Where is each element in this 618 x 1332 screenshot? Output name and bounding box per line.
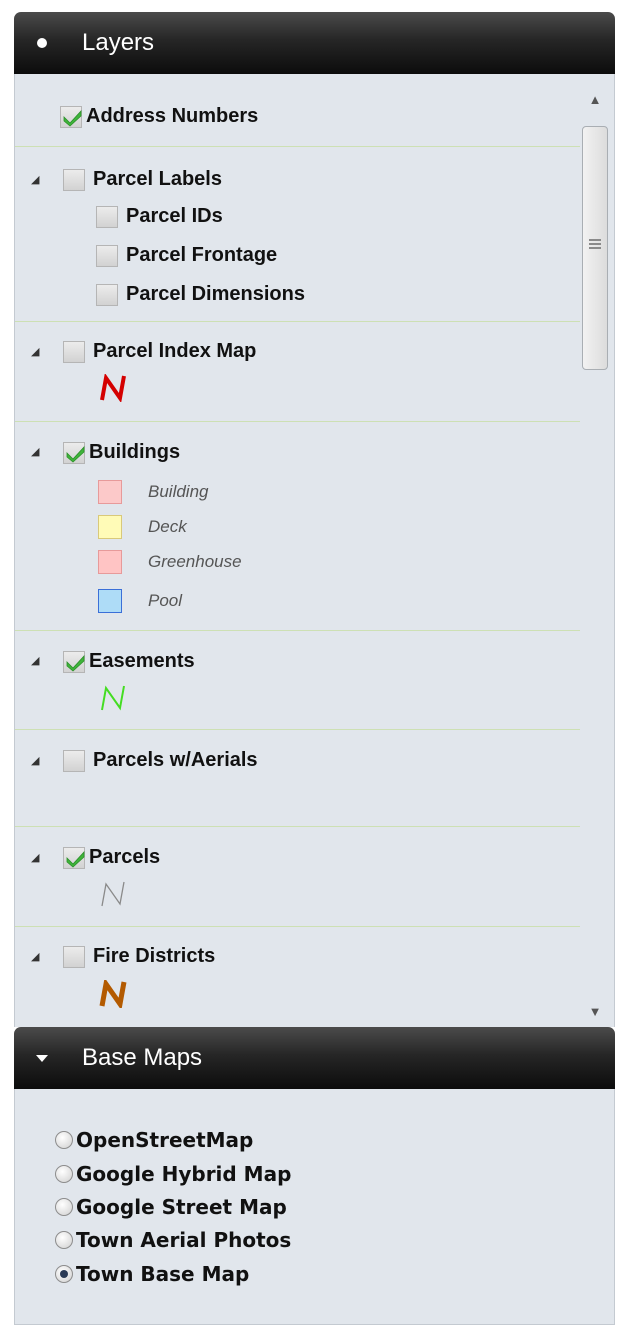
radio-button[interactable]: [55, 1231, 73, 1249]
basemap-option-google-street[interactable]: Google Street Map: [55, 1195, 287, 1219]
layer-parcels: Parcels: [63, 846, 160, 869]
bullet-icon: [36, 37, 82, 49]
layer-label: Buildings: [89, 441, 181, 463]
layer-fire-districts: Fire Districts: [63, 945, 215, 968]
layer-parcel-index-map: Parcel Index Map: [63, 340, 256, 363]
scroll-down-arrow-icon[interactable]: ▼: [581, 1000, 609, 1024]
layer-parcel-labels: Parcel Labels: [63, 168, 222, 191]
layer-checkbox[interactable]: [63, 340, 85, 363]
sublayer-parcel-ids: Parcel IDs: [96, 205, 223, 228]
basemap-label: Google Hybrid Map: [76, 1162, 292, 1186]
scrollbar-thumb[interactable]: [582, 126, 608, 370]
deck-swatch-icon: [98, 515, 122, 539]
line-symbol-icon: [99, 977, 127, 1011]
layer-checkbox[interactable]: [63, 749, 85, 772]
legend-label: Building: [148, 482, 209, 501]
radio-button[interactable]: [55, 1131, 73, 1149]
basemap-option-google-hybrid[interactable]: Google Hybrid Map: [55, 1162, 291, 1186]
layer-easements: Easements: [63, 650, 195, 673]
basemaps-list: OpenStreetMap Google Hybrid Map Google S…: [14, 1089, 615, 1325]
legend-label: Pool: [148, 591, 183, 610]
layer-checkbox[interactable]: [63, 441, 85, 464]
layer-parcels-w-aerials: Parcels w/Aerials: [63, 749, 258, 772]
layer-label: Parcels w/Aerials: [93, 749, 258, 771]
divider: [15, 926, 580, 927]
sublayer-parcel-dimensions: Parcel Dimensions: [96, 283, 305, 306]
radio-button-selected[interactable]: [55, 1265, 73, 1283]
expand-triangle-icon[interactable]: ◢: [31, 346, 43, 358]
layer-label: Parcel Frontage: [126, 244, 278, 266]
layer-label: Parcel Labels: [93, 168, 222, 190]
expand-triangle-icon[interactable]: ◢: [31, 755, 43, 767]
expand-triangle-icon[interactable]: ◢: [31, 446, 43, 458]
layers-list: Address Numbers ◢ Parcel Labels Parcel I…: [14, 74, 615, 1027]
divider: [15, 421, 580, 422]
layer-checkbox[interactable]: [63, 650, 85, 673]
divider: [15, 321, 580, 322]
expand-triangle-icon[interactable]: ◢: [31, 852, 43, 864]
line-symbol-icon: [99, 372, 127, 404]
layer-checkbox[interactable]: [96, 205, 118, 228]
layer-label: Easements: [89, 650, 195, 672]
expand-triangle-icon[interactable]: ◢: [31, 174, 43, 186]
triangle-down-icon: [36, 1053, 82, 1063]
basemap-label: Town Base Map: [76, 1262, 250, 1286]
line-symbol-icon: [99, 880, 127, 908]
grip-icon: [589, 239, 601, 249]
layer-checkbox[interactable]: [63, 168, 85, 191]
layer-label: Fire Districts: [93, 945, 216, 967]
legend-item-pool: Pool: [98, 589, 182, 613]
layer-checkbox[interactable]: [96, 283, 118, 306]
layer-label: Address Numbers: [86, 105, 259, 127]
basemap-label: OpenStreetMap: [76, 1128, 254, 1152]
layer-checkbox[interactable]: [63, 846, 85, 869]
layer-label: Parcels: [89, 846, 161, 868]
legend-item-greenhouse: Greenhouse: [98, 550, 242, 574]
divider: [15, 729, 580, 730]
radio-button[interactable]: [55, 1165, 73, 1183]
legend-item-building: Building: [98, 480, 209, 504]
basemap-option-town-aerial[interactable]: Town Aerial Photos: [55, 1228, 291, 1252]
layers-scrollbar[interactable]: ▲ ▼: [581, 88, 609, 1024]
greenhouse-swatch-icon: [98, 550, 122, 574]
divider: [15, 630, 580, 631]
scroll-up-arrow-icon[interactable]: ▲: [581, 88, 609, 112]
basemap-option-town-base[interactable]: Town Base Map: [55, 1262, 249, 1286]
line-symbol-icon: [99, 684, 127, 712]
pool-swatch-icon: [98, 589, 122, 613]
expand-triangle-icon[interactable]: ◢: [31, 951, 43, 963]
layer-checkbox[interactable]: [60, 105, 82, 128]
basemap-option-openstreetmap[interactable]: OpenStreetMap: [55, 1128, 253, 1152]
legend-label: Deck: [148, 517, 187, 536]
sublayer-parcel-frontage: Parcel Frontage: [96, 244, 277, 267]
layer-label: Parcel Dimensions: [126, 283, 305, 305]
basemap-label: Google Street Map: [76, 1195, 287, 1219]
layer-buildings: Buildings: [63, 441, 180, 464]
layer-checkbox[interactable]: [96, 244, 118, 267]
legend-item-deck: Deck: [98, 515, 187, 539]
radio-button[interactable]: [55, 1198, 73, 1216]
layer-label: Parcel Index Map: [93, 340, 257, 362]
building-swatch-icon: [98, 480, 122, 504]
divider: [15, 146, 580, 147]
layer-address-numbers: Address Numbers: [60, 105, 258, 128]
basemaps-panel-title: Base Maps: [82, 1044, 203, 1071]
divider: [15, 826, 580, 827]
basemaps-panel-header[interactable]: Base Maps: [14, 1027, 615, 1089]
layers-panel-title: Layers: [82, 29, 155, 56]
layer-checkbox[interactable]: [63, 945, 85, 968]
layers-panel-header[interactable]: Layers: [14, 12, 615, 74]
legend-label: Greenhouse: [148, 552, 242, 571]
basemap-label: Town Aerial Photos: [76, 1228, 292, 1252]
expand-triangle-icon[interactable]: ◢: [31, 655, 43, 667]
layer-label: Parcel IDs: [126, 205, 223, 227]
